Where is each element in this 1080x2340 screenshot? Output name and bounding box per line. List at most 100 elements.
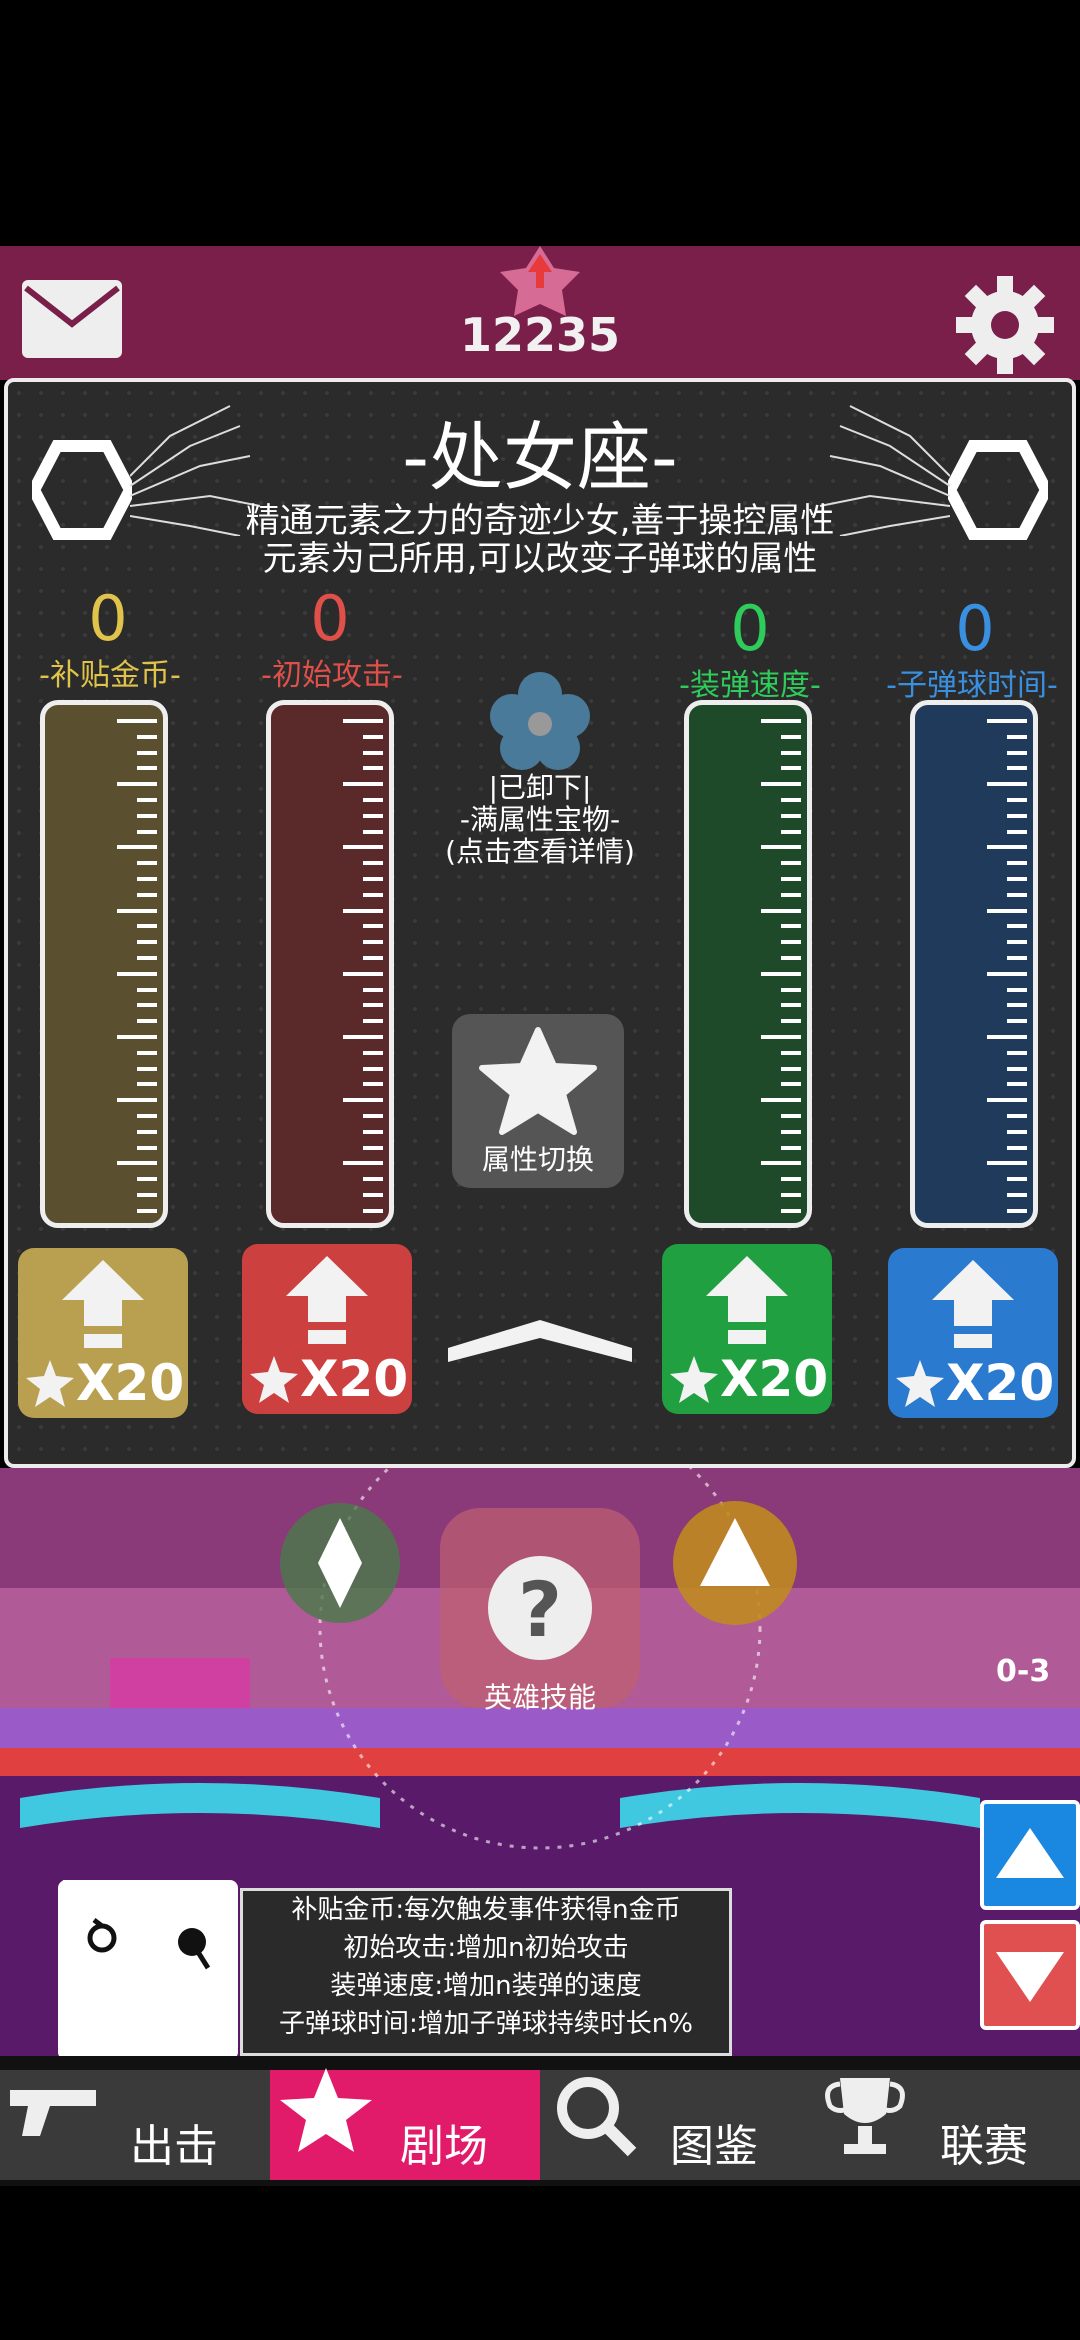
gun-icon [10, 2090, 96, 2136]
stage-counter: 0-3 [996, 1654, 1051, 1689]
gauge-tick [1007, 1177, 1027, 1182]
stat-value-attack: 0 [310, 582, 350, 655]
gauge-tick [1007, 1145, 1027, 1150]
gauge-tick [363, 1050, 383, 1055]
upgrade-cost-label: X20 [300, 1350, 409, 1408]
gauge-tick [117, 1098, 157, 1103]
gauge-tick [1007, 813, 1027, 818]
gauge-tick [1007, 924, 1027, 929]
stat-value-reload: 0 [730, 592, 770, 665]
tab-codex[interactable]: 图鉴 [540, 2070, 810, 2180]
gauge-tick [987, 845, 1027, 850]
gauge-tick [137, 1003, 157, 1008]
gauge-tick [343, 908, 383, 913]
gauge-tick [137, 861, 157, 866]
gauge-tick [343, 1035, 383, 1039]
gauge-tick [1007, 877, 1027, 881]
gauge-tick [781, 1003, 801, 1008]
gauge-tick [137, 940, 157, 945]
gauge-tick [1007, 861, 1027, 866]
upgrade-bullet-time-button[interactable]: X20 [888, 1248, 1058, 1418]
upgrade-reload-button[interactable]: X20 [662, 1244, 832, 1414]
gauge-tick [137, 1177, 157, 1182]
tab-theater[interactable]: 剧场 [270, 2068, 540, 2180]
upgrade-coins-button[interactable]: X20 [18, 1248, 188, 1418]
gauge-tick [781, 861, 801, 866]
gauge-tick [1007, 1129, 1027, 1134]
gauge-tick [781, 877, 801, 881]
mail-icon[interactable] [22, 280, 122, 358]
gauge-tick [137, 1129, 157, 1134]
tab-league[interactable]: 联赛 [810, 2070, 1080, 2180]
hero-description: 精通元素之力的奇迹少女,善于操控属性元素为己所用,可以改变子弹球的属性 [245, 501, 835, 579]
gauge-tick [781, 1129, 801, 1134]
gauge-tick [781, 798, 801, 802]
gauge-tick [343, 719, 383, 723]
gauge-tick [137, 1019, 157, 1024]
info-line: 初始攻击:增加n初始攻击 [343, 1933, 629, 1963]
gauge-tick [137, 813, 157, 818]
gauge-tick [117, 782, 157, 787]
gauge-tick [117, 845, 157, 850]
stat-label-reload: -装弹速度- [679, 668, 821, 703]
gauge-tick [363, 1145, 383, 1150]
gauge-tick [363, 956, 383, 960]
stat-info-box: 补贴金币:每次触发事件获得n金币 初始攻击:增加n初始攻击 装弹速度:增加n装弹… [240, 1888, 732, 2056]
gauge-tick [987, 971, 1027, 976]
gauge-tick [761, 845, 801, 850]
gauge-tick [1007, 1193, 1027, 1197]
tab-sortie[interactable]: 出击 [0, 2070, 270, 2180]
gauge-tick [363, 861, 383, 866]
treasure-flower-icon[interactable] [488, 670, 592, 774]
gauge-tick [363, 1066, 383, 1071]
gauge-tick [987, 782, 1027, 787]
gauge-tick [781, 1208, 801, 1213]
gauge-tick [987, 1098, 1027, 1103]
gauge-tick [363, 940, 383, 945]
gauge-tick [1007, 892, 1027, 897]
stat-value-bullet-time: 0 [955, 592, 995, 665]
gauge-tick [781, 766, 801, 771]
attribute-switch-button[interactable]: 属性切换 [452, 1014, 624, 1188]
gauge-tick [781, 813, 801, 818]
upgrade-cost-label: X20 [76, 1354, 185, 1412]
gauge-tick [1007, 1050, 1027, 1055]
collapse-chevron-icon[interactable] [448, 1316, 632, 1366]
scroll-up-button[interactable] [980, 1800, 1080, 1910]
gauge-tick [117, 908, 157, 913]
gear-icon[interactable] [950, 270, 1060, 380]
gauge-tick [987, 719, 1027, 723]
scroll-down-button[interactable] [980, 1920, 1080, 2030]
treasure-info[interactable]: |已卸下| -满属性宝物- (点击查看详情) [410, 772, 670, 868]
gauge-tick [137, 766, 157, 771]
gauge-tick [137, 892, 157, 897]
gauge-tick [363, 1019, 383, 1024]
gauge-tick [137, 1066, 157, 1071]
gauge-tick [137, 1193, 157, 1197]
gauge-tick [363, 1129, 383, 1134]
gauge-tick [363, 1003, 383, 1008]
upgrade-attack-button[interactable]: X20 [242, 1244, 412, 1414]
hero-title: -处女座- [402, 415, 678, 501]
gauge-tick [781, 1019, 801, 1024]
gauge-tick [987, 1161, 1027, 1166]
info-line: 补贴金币:每次触发事件获得n金币 [291, 1895, 681, 1925]
gauge-tick [987, 1035, 1027, 1039]
gauge-tick [363, 1082, 383, 1087]
tab-codex-label: 图鉴 [670, 2121, 758, 2172]
upgrade-cost-label: X20 [720, 1350, 829, 1408]
gauge-tick [137, 1114, 157, 1118]
gauge-tick [117, 1035, 157, 1039]
gauge-tick [343, 1161, 383, 1166]
attribute-switch-label: 属性切换 [481, 1143, 594, 1176]
gender-card [58, 1860, 238, 2060]
gauge-tick [363, 1208, 383, 1213]
gauge-tick [781, 829, 801, 834]
gauge-tick [781, 734, 801, 739]
hero-skill-label[interactable]: 英雄技能 [470, 1676, 610, 1716]
gauge-tick [343, 971, 383, 976]
gauge-tick [137, 1208, 157, 1213]
treasure-status: |已卸下| [488, 771, 592, 804]
treasure-name: -满属性宝物- [459, 803, 621, 836]
gauge-tick [117, 719, 157, 723]
